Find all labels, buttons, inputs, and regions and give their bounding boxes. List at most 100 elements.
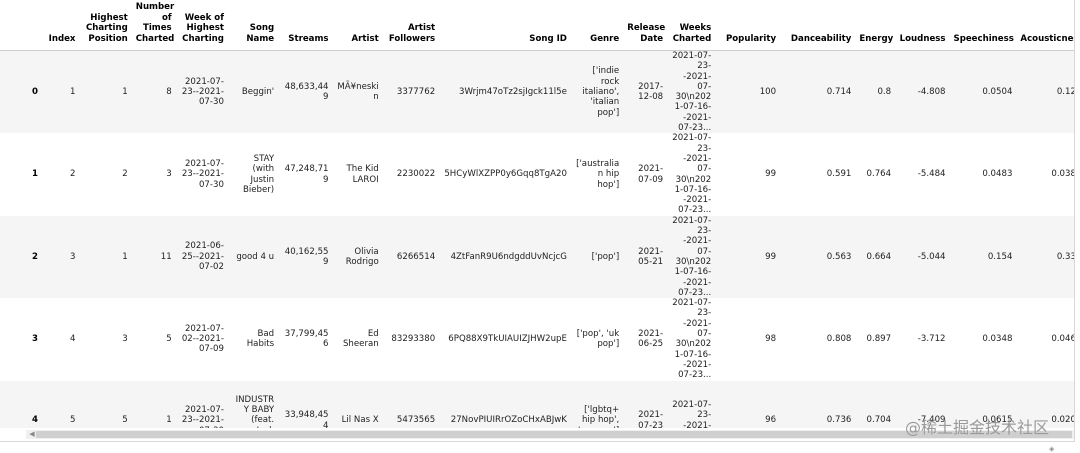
table-cell: good 4 u bbox=[227, 215, 279, 299]
row-index-cell: 2 bbox=[0, 215, 42, 299]
table-cell: ['indie rock italiano', 'italian pop'] bbox=[570, 50, 624, 134]
table-row: 3 4 3 5 2021-07-02--2021-07-09 Bad Habits 37,7… bbox=[0, 298, 1074, 381]
row-index-cell: 4 bbox=[0, 380, 42, 428]
table-cell: 1 bbox=[79, 215, 132, 299]
table-cell: 0.0383 bbox=[1016, 133, 1074, 216]
column-header: Popularity bbox=[715, 0, 781, 51]
table-cell: ['lgbtq+ hip hop', 'pop rap'] bbox=[570, 380, 624, 428]
table-cell: 37,799,456 bbox=[278, 298, 333, 381]
table-cell: 40,162,559 bbox=[278, 215, 333, 299]
table-cell: 99 bbox=[715, 215, 781, 299]
table-cell: 1 bbox=[131, 380, 176, 428]
table-cell: 0.897 bbox=[855, 298, 896, 381]
table-cell: 0.335 bbox=[1016, 215, 1074, 299]
table-cell: MÃ¥neskin bbox=[332, 50, 383, 134]
table-cell: 4 bbox=[41, 298, 80, 381]
watermark: @稀土掘金技术社区 bbox=[905, 418, 1050, 437]
table-cell: ['pop', 'uk pop'] bbox=[570, 298, 624, 381]
column-header: Weeks Charted bbox=[667, 0, 716, 51]
table-cell: STAY (with Justin Bieber) bbox=[227, 133, 279, 216]
table-cell: 2021-07-09 bbox=[623, 133, 668, 216]
column-header: Song Name bbox=[227, 0, 279, 51]
table-cell: 2021-07-23--2021-07-30 bbox=[667, 380, 716, 428]
table-cell: 5 bbox=[131, 298, 176, 381]
column-header: Week of Highest Charting bbox=[175, 0, 228, 51]
dataframe-table: Index Highest Charting Position Number of … bbox=[0, 0, 1074, 428]
table-cell: 2021-06-25--2021-07-02 bbox=[175, 215, 228, 299]
table-cell: 48,633,449 bbox=[278, 50, 333, 134]
column-header: Artist bbox=[332, 0, 383, 51]
table-cell: 3Wrjm47oTz2sjIgck11l5e bbox=[439, 50, 571, 134]
table-cell: ['australian hip hop'] bbox=[570, 133, 624, 216]
table-cell: Lil Nas X bbox=[332, 380, 383, 428]
table-cell: 47,248,719 bbox=[278, 133, 333, 216]
table-cell: 3 bbox=[79, 298, 132, 381]
table-cell: 2021-07-23--2021-07-30 bbox=[175, 133, 228, 216]
table-cell: 0.127 bbox=[1016, 50, 1074, 134]
table-cell: The Kid LAROI bbox=[332, 133, 383, 216]
table-cell: 99 bbox=[715, 133, 781, 216]
table-cell: 2 bbox=[41, 133, 80, 216]
row-index-cell: 0 bbox=[0, 50, 42, 134]
table-cell: 2021-05-21 bbox=[623, 215, 668, 299]
table-cell: 0.591 bbox=[780, 133, 856, 216]
corner-icon: ◈ bbox=[1049, 445, 1055, 453]
table-row: 0 1 1 8 2021-07-23--2021-07-30 Beggin' 48,633,… bbox=[0, 50, 1074, 134]
table-header-row: Index Highest Charting Position Number of … bbox=[0, 0, 1074, 51]
column-header: Loudness bbox=[895, 0, 950, 51]
table-cell: 0.808 bbox=[780, 298, 856, 381]
table-cell: 5 bbox=[41, 380, 80, 428]
notebook-output-frame: Index Highest Charting Position Number of … bbox=[0, 0, 1075, 442]
table-cell: -5.044 bbox=[895, 215, 950, 299]
table-cell: 0.0348 bbox=[949, 298, 1017, 381]
table-cell: 3 bbox=[131, 133, 176, 216]
table-cell: 2021-07-23--2021-07-30\n2021-07-16--2021… bbox=[667, 50, 716, 134]
table-cell: 3 bbox=[41, 215, 80, 299]
table-cell: INDUSTRY BABY (feat. Jack Harlow) bbox=[227, 380, 279, 428]
table-cell: 0.0483 bbox=[949, 133, 1017, 216]
column-header: Speechiness bbox=[949, 0, 1017, 51]
table-cell: 0.0469 bbox=[1016, 298, 1074, 381]
row-index-cell: 3 bbox=[0, 298, 42, 381]
table-cell: 96 bbox=[715, 380, 781, 428]
table-cell: 3377762 bbox=[382, 50, 440, 134]
table-cell: 1 bbox=[41, 50, 80, 134]
table-cell: 83293380 bbox=[382, 298, 440, 381]
table-cell: 2021-07-23 bbox=[623, 380, 668, 428]
table-body: 0 1 1 8 2021-07-23--2021-07-30 Beggin' 48,633,… bbox=[0, 50, 1074, 428]
table-cell: 2021-07-02--2021-07-09 bbox=[175, 298, 228, 381]
table-cell: 2021-07-23--2021-07-30 bbox=[175, 50, 228, 134]
table-cell: 0.8 bbox=[855, 50, 896, 134]
table-cell: 1 bbox=[79, 50, 132, 134]
table-cell: 0.704 bbox=[855, 380, 896, 428]
table-cell: 100 bbox=[715, 50, 781, 134]
column-header: Streams bbox=[278, 0, 333, 51]
scroll-left-arrow-icon[interactable]: ◀ bbox=[27, 429, 37, 440]
table-cell: Bad Habits bbox=[227, 298, 279, 381]
dataframe-viewport: Index Highest Charting Position Number of … bbox=[0, 0, 1074, 428]
table-cell: -5.484 bbox=[895, 133, 950, 216]
table-cell: 2021-07-23--2021-07-30\n2021-07-16--2021… bbox=[667, 133, 716, 216]
table-cell: 2230022 bbox=[382, 133, 440, 216]
table-cell: Ed Sheeran bbox=[332, 298, 383, 381]
table-cell: 2021-07-23--2021-07-30\n2021-07-16--2021… bbox=[667, 215, 716, 299]
table-cell: 27NovPIUIRrOZoCHxABJwK bbox=[439, 380, 571, 428]
column-header: Energy bbox=[855, 0, 896, 51]
table-cell: 6PQ88X9TkUIAUIZJHW2upE bbox=[439, 298, 571, 381]
table-cell: 8 bbox=[131, 50, 176, 134]
table-cell: 2021-06-25 bbox=[623, 298, 668, 381]
table-cell: 0.764 bbox=[855, 133, 896, 216]
table-cell: 2021-07-23--2021-07-30\n2021-07-16--2021… bbox=[667, 298, 716, 381]
table-cell: 6266514 bbox=[382, 215, 440, 299]
table-cell: 0.154 bbox=[949, 215, 1017, 299]
column-header: Danceability bbox=[780, 0, 856, 51]
column-header: Acousticness bbox=[1016, 0, 1074, 51]
table-cell: 33,948,454 bbox=[278, 380, 333, 428]
table-cell: 5 bbox=[79, 380, 132, 428]
table-cell: -4.808 bbox=[895, 50, 950, 134]
table-row: 2 3 1 11 2021-06-25--2021-07-02 good 4 u 40,16… bbox=[0, 215, 1074, 299]
table-cell: 98 bbox=[715, 298, 781, 381]
table-cell: 5HCyWlXZPP0y6Gqq8TgA20 bbox=[439, 133, 571, 216]
table-cell: 0.736 bbox=[780, 380, 856, 428]
table-cell: Beggin' bbox=[227, 50, 279, 134]
